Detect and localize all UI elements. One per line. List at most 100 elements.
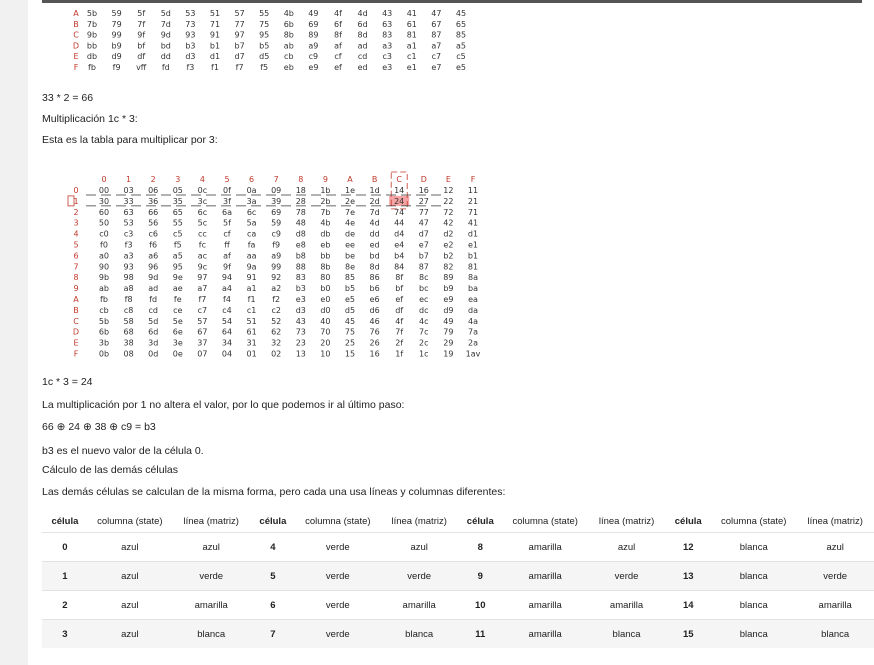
table-cell: 39 bbox=[271, 197, 281, 206]
table-cell: 7b bbox=[87, 20, 97, 29]
table-cell: 61 bbox=[407, 20, 417, 29]
table-cell: e0 bbox=[320, 295, 330, 304]
table-cell: 5 bbox=[250, 561, 296, 591]
table-cell: 9c bbox=[198, 262, 208, 271]
column-header: D bbox=[421, 175, 427, 184]
col-header: célula bbox=[674, 515, 702, 527]
table-cell: f1 bbox=[211, 63, 219, 72]
table-cell: 99 bbox=[271, 262, 281, 271]
table-cell: 81 bbox=[468, 262, 478, 271]
table-cell: e5 bbox=[345, 295, 355, 304]
calc-description: Las demás células se calculan de la mism… bbox=[42, 486, 506, 498]
table-cell: 13 bbox=[296, 350, 306, 359]
table-cell: 1c bbox=[419, 350, 429, 359]
table-cell: 79 bbox=[112, 20, 122, 29]
table-cell: f4 bbox=[223, 295, 231, 304]
table-cell: 90 bbox=[99, 262, 109, 271]
table-cell: e1 bbox=[468, 241, 478, 250]
table-cell: 87 bbox=[431, 31, 441, 40]
row-label: 7 bbox=[73, 262, 78, 271]
table-cell: b5 bbox=[259, 41, 269, 50]
row-label: D bbox=[73, 328, 79, 337]
table-cell: 95 bbox=[259, 31, 269, 40]
table-cell: azul bbox=[87, 532, 172, 562]
table-cell: 6d bbox=[358, 20, 368, 29]
table-cell: a1 bbox=[407, 41, 417, 50]
table-cell: 1d bbox=[370, 186, 380, 195]
table-cell: f6 bbox=[149, 241, 157, 250]
table-cell: df bbox=[395, 306, 403, 315]
table-cell: ac bbox=[198, 251, 207, 260]
table-cell: 43 bbox=[296, 317, 306, 326]
table-cell: blanca bbox=[171, 619, 251, 648]
table-cell: 82 bbox=[443, 262, 453, 271]
table-cell: b2 bbox=[443, 251, 453, 260]
table-cell: 8d bbox=[370, 262, 380, 271]
table-cell: b3 bbox=[296, 284, 306, 293]
table-cell: a0 bbox=[99, 251, 109, 260]
table-cell: e4 bbox=[394, 241, 404, 250]
table-cell: azul bbox=[171, 532, 251, 562]
table-cell: 1f bbox=[395, 350, 403, 359]
table-cell: 37 bbox=[197, 339, 207, 348]
row-label: 6 bbox=[73, 251, 78, 260]
table-cell: ae bbox=[173, 284, 183, 293]
table-cell: ef bbox=[395, 295, 403, 304]
column-header: 9 bbox=[323, 175, 328, 184]
table-cell: f9 bbox=[113, 63, 121, 72]
table-cell: 03 bbox=[124, 186, 134, 195]
xor-term: 24 bbox=[68, 421, 81, 433]
table-cell: ad bbox=[148, 284, 158, 293]
column-header: 6 bbox=[249, 175, 254, 184]
table-cell: 49 bbox=[443, 317, 453, 326]
table-cell: bd bbox=[161, 41, 171, 50]
table-cell: 2f bbox=[395, 339, 403, 348]
table-cell: 6f bbox=[334, 20, 342, 29]
row-label: 1 bbox=[73, 197, 78, 206]
table-cell: 77 bbox=[235, 20, 245, 29]
table-cell: 5d bbox=[148, 317, 158, 326]
table-cell: cf bbox=[334, 52, 341, 61]
table-cell: 84 bbox=[394, 262, 404, 271]
top-divider bbox=[42, 0, 862, 3]
table-cell: c9 bbox=[309, 52, 319, 61]
table-cell: 8c bbox=[419, 273, 429, 282]
table-cell: 6c bbox=[247, 208, 257, 217]
table-cell: a1 bbox=[247, 284, 257, 293]
table-cell: 3b bbox=[99, 339, 109, 348]
column-header: 5 bbox=[224, 175, 229, 184]
row-label: 4 bbox=[73, 230, 78, 239]
table-cell: af bbox=[334, 41, 342, 50]
table-cell: e7 bbox=[419, 241, 429, 250]
table-cell: fd bbox=[162, 63, 170, 72]
table-cell: af bbox=[223, 251, 231, 260]
table-cell: 11 bbox=[468, 186, 478, 195]
note-text: La multiplicación por 1 no altera el val… bbox=[42, 399, 405, 411]
table-cell: d9 bbox=[443, 306, 453, 315]
table-cell: d5 bbox=[259, 52, 269, 61]
table-cell: 12 bbox=[443, 186, 453, 195]
table-cell: b9 bbox=[112, 41, 122, 50]
table-cell: 07 bbox=[197, 350, 207, 359]
table-cell: 3 bbox=[42, 619, 88, 648]
table-cell: d6 bbox=[370, 306, 380, 315]
table-cell: azul bbox=[87, 590, 172, 620]
table-cell: ea bbox=[468, 295, 478, 304]
table-cell: 60 bbox=[99, 208, 109, 217]
table-cell: 93 bbox=[124, 262, 134, 271]
table-cell: 9f bbox=[223, 262, 231, 271]
table-cell: 31 bbox=[247, 339, 257, 348]
table-cell: db bbox=[87, 52, 97, 61]
table-cell: f2 bbox=[272, 295, 280, 304]
table-cell: 49 bbox=[308, 9, 318, 18]
content-page: A 5b 59 5f 5d 53 51 57 55 4b 49 4f 4d 43 41 47 45 B 7b 79 7f… bbox=[28, 0, 874, 665]
table-cell: 66 bbox=[148, 208, 158, 217]
table-cell: 28 bbox=[296, 197, 306, 206]
xor-symbol: ⊕ bbox=[56, 421, 66, 433]
table-cell: c8 bbox=[124, 306, 134, 315]
table-cell: c4 bbox=[222, 306, 232, 315]
table-cell: c1 bbox=[247, 306, 257, 315]
table-cell: fb bbox=[88, 63, 96, 72]
table-cell: azul bbox=[380, 532, 458, 562]
table-cell: 64 bbox=[222, 328, 232, 337]
